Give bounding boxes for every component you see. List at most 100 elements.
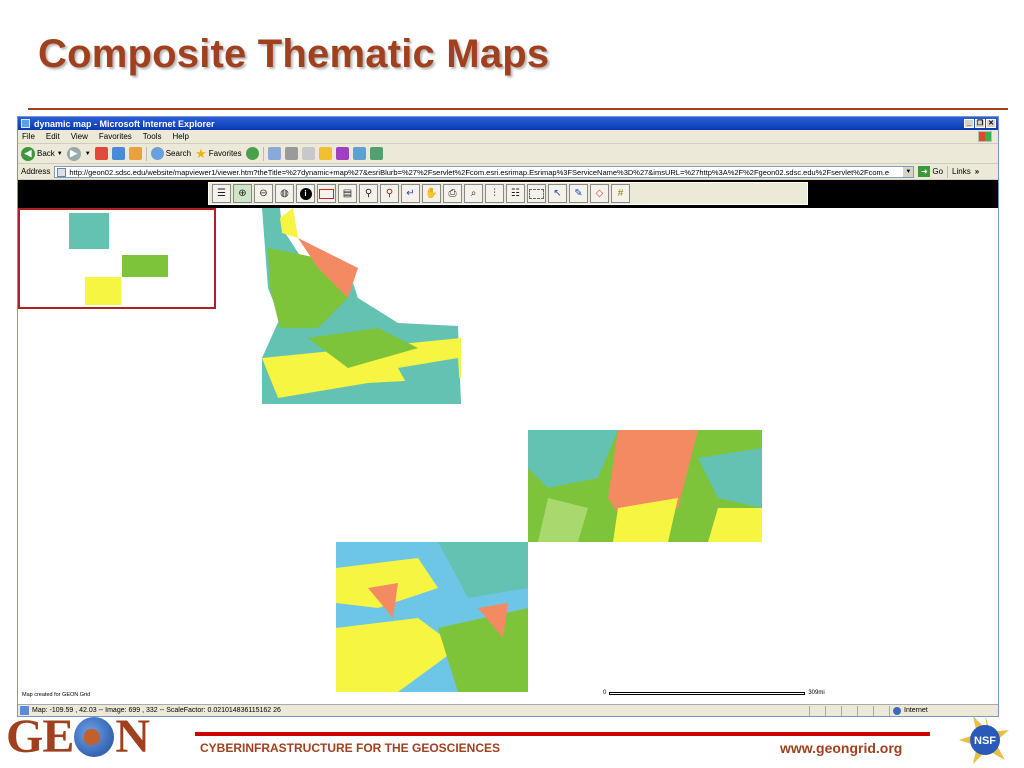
menu-edit[interactable]: Edit	[46, 132, 60, 141]
nsf-logo: NSF	[959, 714, 1009, 764]
layer-zoom-2-icon: ⚲	[385, 187, 394, 199]
window-title: dynamic map - Microsoft Internet Explore…	[34, 118, 215, 129]
menu-view[interactable]: View	[71, 132, 88, 141]
history-icon[interactable]	[245, 147, 259, 160]
forward-button[interactable]: ▶	[66, 146, 81, 161]
find-tool[interactable]: ⌕	[464, 184, 483, 203]
back-tool[interactable]: ↵	[401, 184, 420, 203]
address-dropdown-icon[interactable]: ▼	[903, 166, 914, 177]
select-icon	[529, 188, 544, 199]
zoom-out-tool[interactable]: ⊖	[254, 184, 273, 203]
go-label: Go	[932, 167, 944, 176]
footer-divider	[195, 732, 930, 736]
folder-icon[interactable]	[318, 147, 332, 160]
graticule-tool[interactable]: #	[611, 184, 630, 203]
scale-end: 309mi	[808, 690, 825, 696]
hand-icon: ✋	[425, 187, 438, 199]
buffer-icon: ☷	[511, 187, 520, 199]
research-icon[interactable]	[352, 147, 366, 160]
mail-icon[interactable]	[267, 147, 281, 160]
map-tool-strip: ☰ ⊕ ⊖ ◍ i ▤ ⚲ ⚲ ↵ ✋ ⎙ ⌕ ⫶ ☷ ↖ ✎ ◇ #	[208, 182, 808, 205]
address-label: Address	[21, 167, 51, 176]
search-button[interactable]: Search	[150, 147, 192, 160]
back-dropdown-icon[interactable]: ▼	[57, 151, 63, 157]
select-tool[interactable]	[527, 184, 546, 203]
map-toolbar-band: ☰ ⊕ ⊖ ◍ i ▤ ⚲ ⚲ ↵ ✋ ⎙ ⌕ ⫶ ☷ ↖ ✎ ◇ #	[18, 180, 998, 208]
eraser-tool[interactable]: ◇	[590, 184, 609, 203]
back-arrow-icon: ↵	[406, 187, 415, 199]
print-tool[interactable]: ⎙	[443, 184, 462, 203]
title-divider	[28, 108, 1008, 110]
address-input[interactable]: http://geon02.sdsc.edu/website/mapviewer…	[54, 165, 915, 178]
eraser-icon: ◇	[595, 187, 604, 199]
menu-help[interactable]: Help	[172, 132, 188, 141]
status-cell	[857, 705, 873, 716]
map-region-southwest	[336, 542, 528, 692]
zoom-in-tool[interactable]: ⊕	[233, 184, 252, 203]
zone-label: Internet	[904, 707, 928, 714]
select-rectangle-tool[interactable]	[317, 184, 336, 203]
full-extent-tool[interactable]: ◍	[275, 184, 294, 203]
print-icon: ⎙	[448, 187, 457, 199]
browser-window: dynamic map - Microsoft Internet Explore…	[17, 116, 999, 717]
menu-file[interactable]: File	[22, 132, 35, 141]
links-chevron-icon[interactable]: »	[975, 167, 979, 176]
refresh-icon[interactable]	[111, 147, 125, 160]
maximize-button[interactable]: ❐	[975, 119, 985, 128]
find-icon: ⌕	[470, 187, 477, 199]
list-tool[interactable]: ▤	[338, 184, 357, 203]
geon-logo: GE N	[6, 713, 150, 761]
pan-tool[interactable]: ✋	[422, 184, 441, 203]
messenger-icon[interactable]	[335, 147, 349, 160]
query-tool[interactable]: ⫶	[485, 184, 504, 203]
back-arrow-icon: ◀	[21, 146, 35, 161]
slide-title: Composite Thematic Maps	[38, 32, 550, 76]
info-icon: i	[299, 187, 312, 200]
back-label: Back	[37, 149, 55, 158]
menu-favorites[interactable]: Favorites	[99, 132, 132, 141]
graticule-icon: #	[617, 187, 624, 199]
measure-tool[interactable]: ↖	[548, 184, 567, 203]
status-cell	[809, 705, 825, 716]
browser-toolbar: ◀ Back ▼ ▶ ▼ Search ★ Favorites	[18, 144, 998, 164]
go-button[interactable]: ➜ Go	[918, 166, 943, 177]
scale-bar-graphic	[609, 691, 806, 695]
buffer-tool[interactable]: ☷	[506, 184, 525, 203]
toolbar-separator	[145, 146, 147, 161]
zoom-last-tool[interactable]: ⚲	[380, 184, 399, 203]
stop-icon[interactable]	[94, 147, 108, 160]
toggle-legend-tool[interactable]: ☰	[212, 184, 231, 203]
close-button[interactable]: ✕	[986, 119, 996, 128]
links-button[interactable]: Links	[952, 167, 971, 176]
back-button[interactable]: ◀ Back ▼	[21, 146, 63, 161]
home-icon[interactable]	[128, 147, 142, 160]
map-region-central	[528, 430, 762, 542]
favorites-button[interactable]: ★ Favorites	[195, 146, 242, 162]
map-canvas[interactable]	[18, 208, 998, 692]
rectangle-icon	[319, 188, 334, 199]
edit-icon[interactable]	[301, 147, 315, 160]
page-icon	[57, 167, 67, 177]
scale-start: 0	[603, 690, 607, 696]
footer-url: www.geongrid.org	[780, 740, 903, 756]
overview-map[interactable]	[18, 208, 216, 309]
people-icon[interactable]	[369, 147, 383, 160]
windows-logo-icon	[978, 131, 992, 142]
measure-icon: ↖	[553, 187, 562, 199]
menu-tools[interactable]: Tools	[143, 132, 162, 141]
query-icon: ⫶	[493, 187, 496, 199]
pin-icon: ✎	[574, 187, 583, 199]
pin-tool[interactable]: ✎	[569, 184, 588, 203]
page-content: ☰ ⊕ ⊖ ◍ i ▤ ⚲ ⚲ ↵ ✋ ⎙ ⌕ ⫶ ☷ ↖ ✎ ◇ # Map …	[18, 180, 998, 704]
toolbar-separator-2	[262, 146, 264, 161]
identify-tool[interactable]: i	[296, 184, 315, 203]
footer-tagline: CYBERINFRASTRUCTURE FOR THE GEOSCIENCES	[200, 741, 501, 755]
nsf-text: NSF	[974, 735, 996, 747]
window-titlebar[interactable]: dynamic map - Microsoft Internet Explore…	[18, 117, 998, 130]
zoom-active-layer-tool[interactable]: ⚲	[359, 184, 378, 203]
star-icon: ★	[195, 145, 207, 161]
search-label: Search	[165, 149, 192, 158]
forward-dropdown-icon[interactable]: ▼	[85, 151, 91, 157]
minimize-button[interactable]: _	[964, 119, 974, 128]
print-icon[interactable]	[284, 147, 298, 160]
